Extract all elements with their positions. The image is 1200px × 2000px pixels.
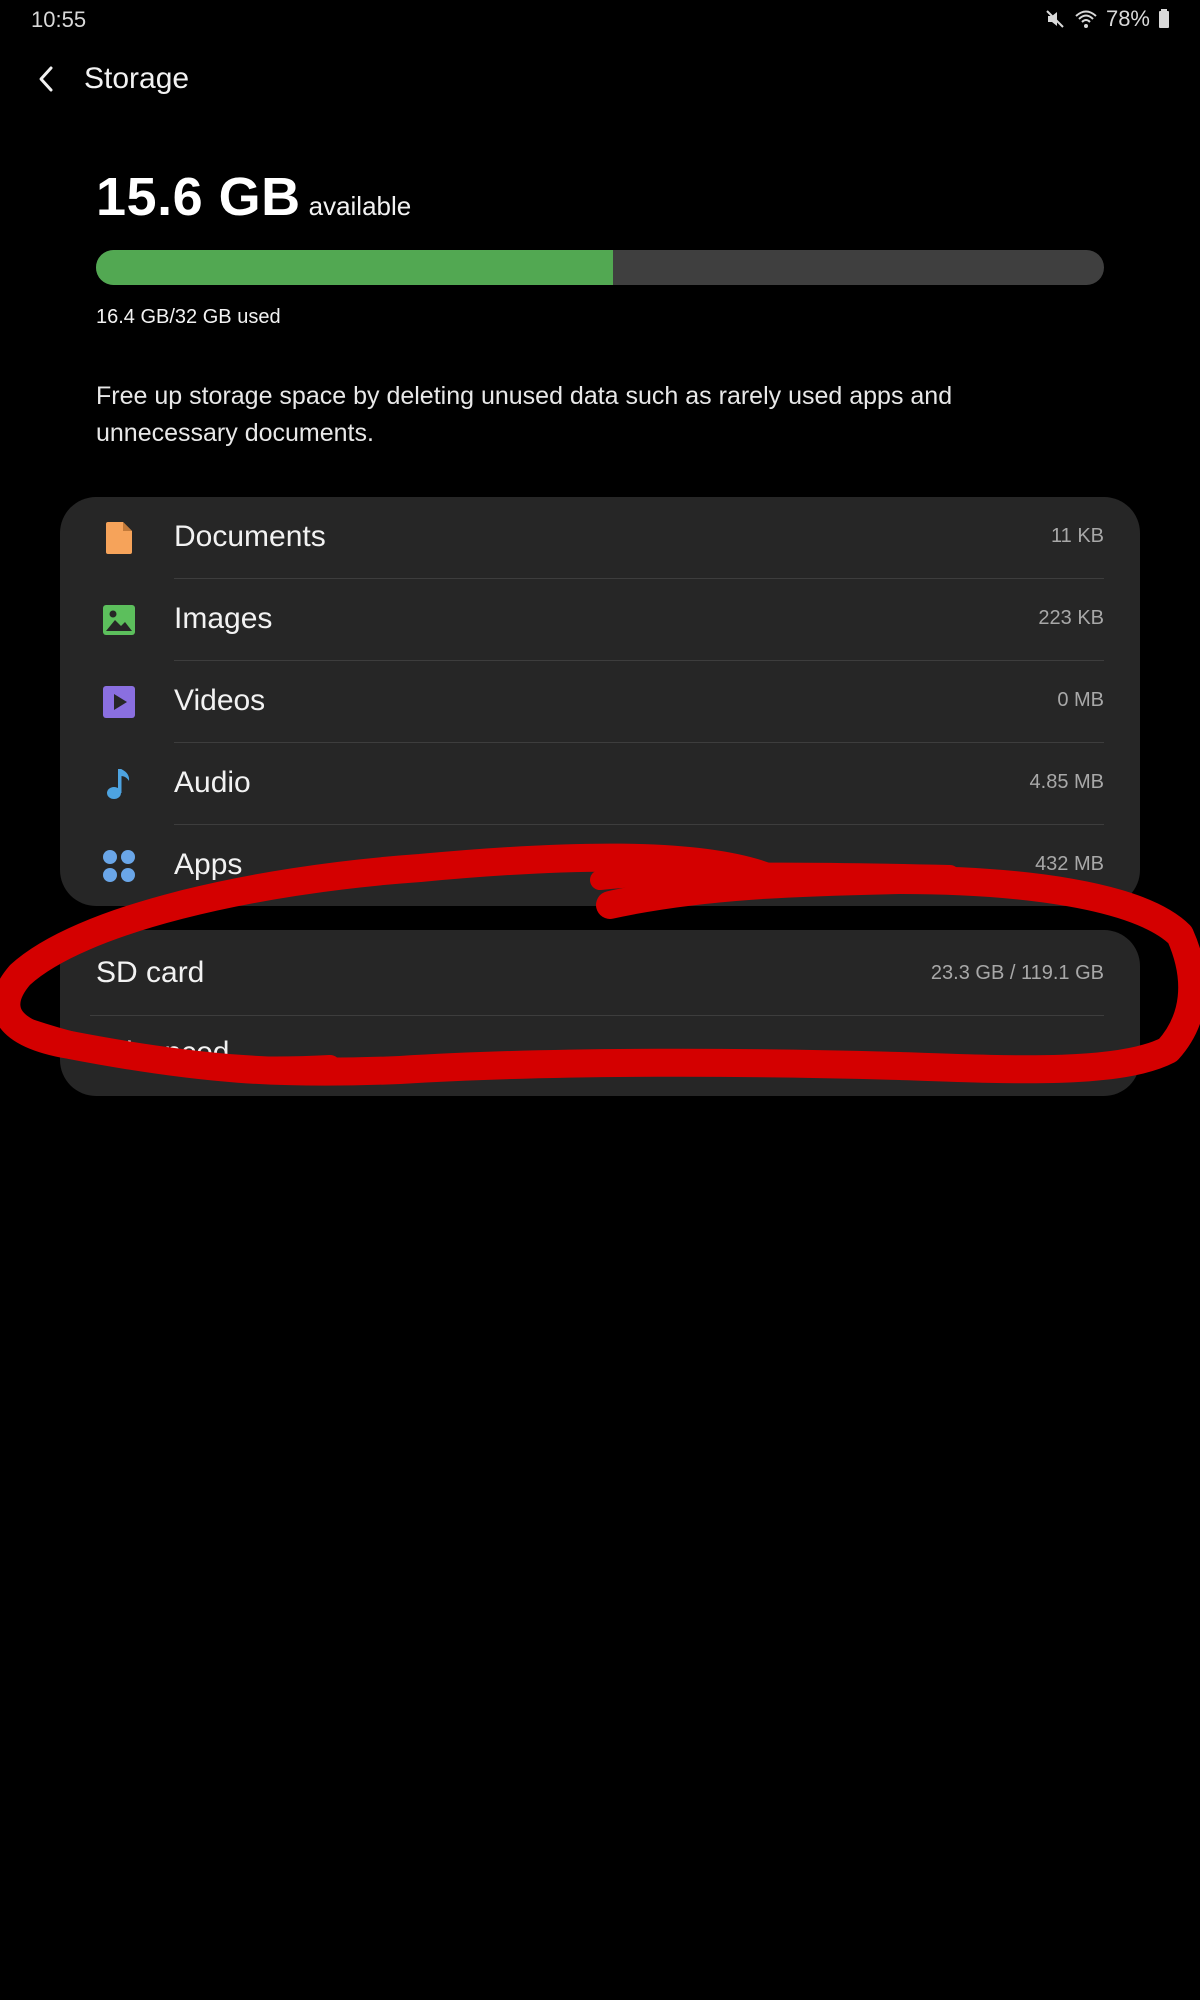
advanced-label: Advanced xyxy=(96,1036,230,1069)
available-line: 15.6 GB available xyxy=(96,166,1104,228)
category-size: 0 MB xyxy=(1057,689,1104,711)
app-bar: Storage xyxy=(0,50,1200,110)
available-value: 15.6 GB xyxy=(96,167,301,227)
status-bar: 10:55 78% xyxy=(0,0,1200,38)
sd-card-section: SD card 23.3 GB / 119.1 GB Advanced xyxy=(60,930,1140,1096)
mute-icon xyxy=(1044,8,1066,30)
category-row-images[interactable]: Images 223 KB xyxy=(60,579,1140,661)
wifi-icon xyxy=(1074,8,1098,30)
video-icon xyxy=(102,685,136,719)
advanced-row[interactable]: Advanced xyxy=(60,1016,1140,1096)
status-icons: 78% xyxy=(1044,6,1170,32)
category-label: Audio xyxy=(174,766,251,799)
storage-usage-bar xyxy=(96,250,1104,285)
categories-card: Documents 11 KB Images 223 KB Videos 0 M… xyxy=(60,497,1140,906)
chevron-left-icon xyxy=(36,65,58,98)
category-size: 4.85 MB xyxy=(1029,771,1104,793)
used-text: 16.4 GB/32 GB used xyxy=(96,306,281,328)
storage-usage-fill xyxy=(96,250,613,285)
category-row-videos[interactable]: Videos 0 MB xyxy=(60,661,1140,743)
available-label: available xyxy=(308,191,412,221)
category-label: Apps xyxy=(174,848,243,881)
category-size: 432 MB xyxy=(1035,853,1104,875)
sd-card-size: 23.3 GB / 119.1 GB xyxy=(930,962,1104,984)
music-note-icon xyxy=(102,767,136,801)
category-size: 11 KB xyxy=(1051,525,1104,547)
category-label: Images xyxy=(174,602,273,635)
category-label: Documents xyxy=(174,520,326,553)
battery-percent: 78% xyxy=(1105,6,1150,31)
sd-card-label: SD card xyxy=(96,956,205,989)
apps-grid-icon xyxy=(102,849,136,883)
sd-card-row[interactable]: SD card 23.3 GB / 119.1 GB xyxy=(60,930,1140,1015)
page-title: Storage xyxy=(84,62,190,95)
storage-description: Free up storage space by deleting unused… xyxy=(96,382,953,447)
battery-icon xyxy=(1158,8,1170,30)
category-row-apps[interactable]: Apps 432 MB xyxy=(60,825,1140,907)
document-icon xyxy=(102,521,136,555)
category-label: Videos xyxy=(174,684,266,717)
storage-summary: 15.6 GB available 16.4 GB/32 GB used Fre… xyxy=(96,166,1104,447)
image-icon xyxy=(102,603,136,637)
category-row-documents[interactable]: Documents 11 KB xyxy=(60,497,1140,579)
status-time: 10:55 xyxy=(31,7,87,32)
category-row-audio[interactable]: Audio 4.85 MB xyxy=(60,743,1140,825)
category-size: 223 KB xyxy=(1038,607,1104,629)
back-button[interactable] xyxy=(24,58,70,104)
